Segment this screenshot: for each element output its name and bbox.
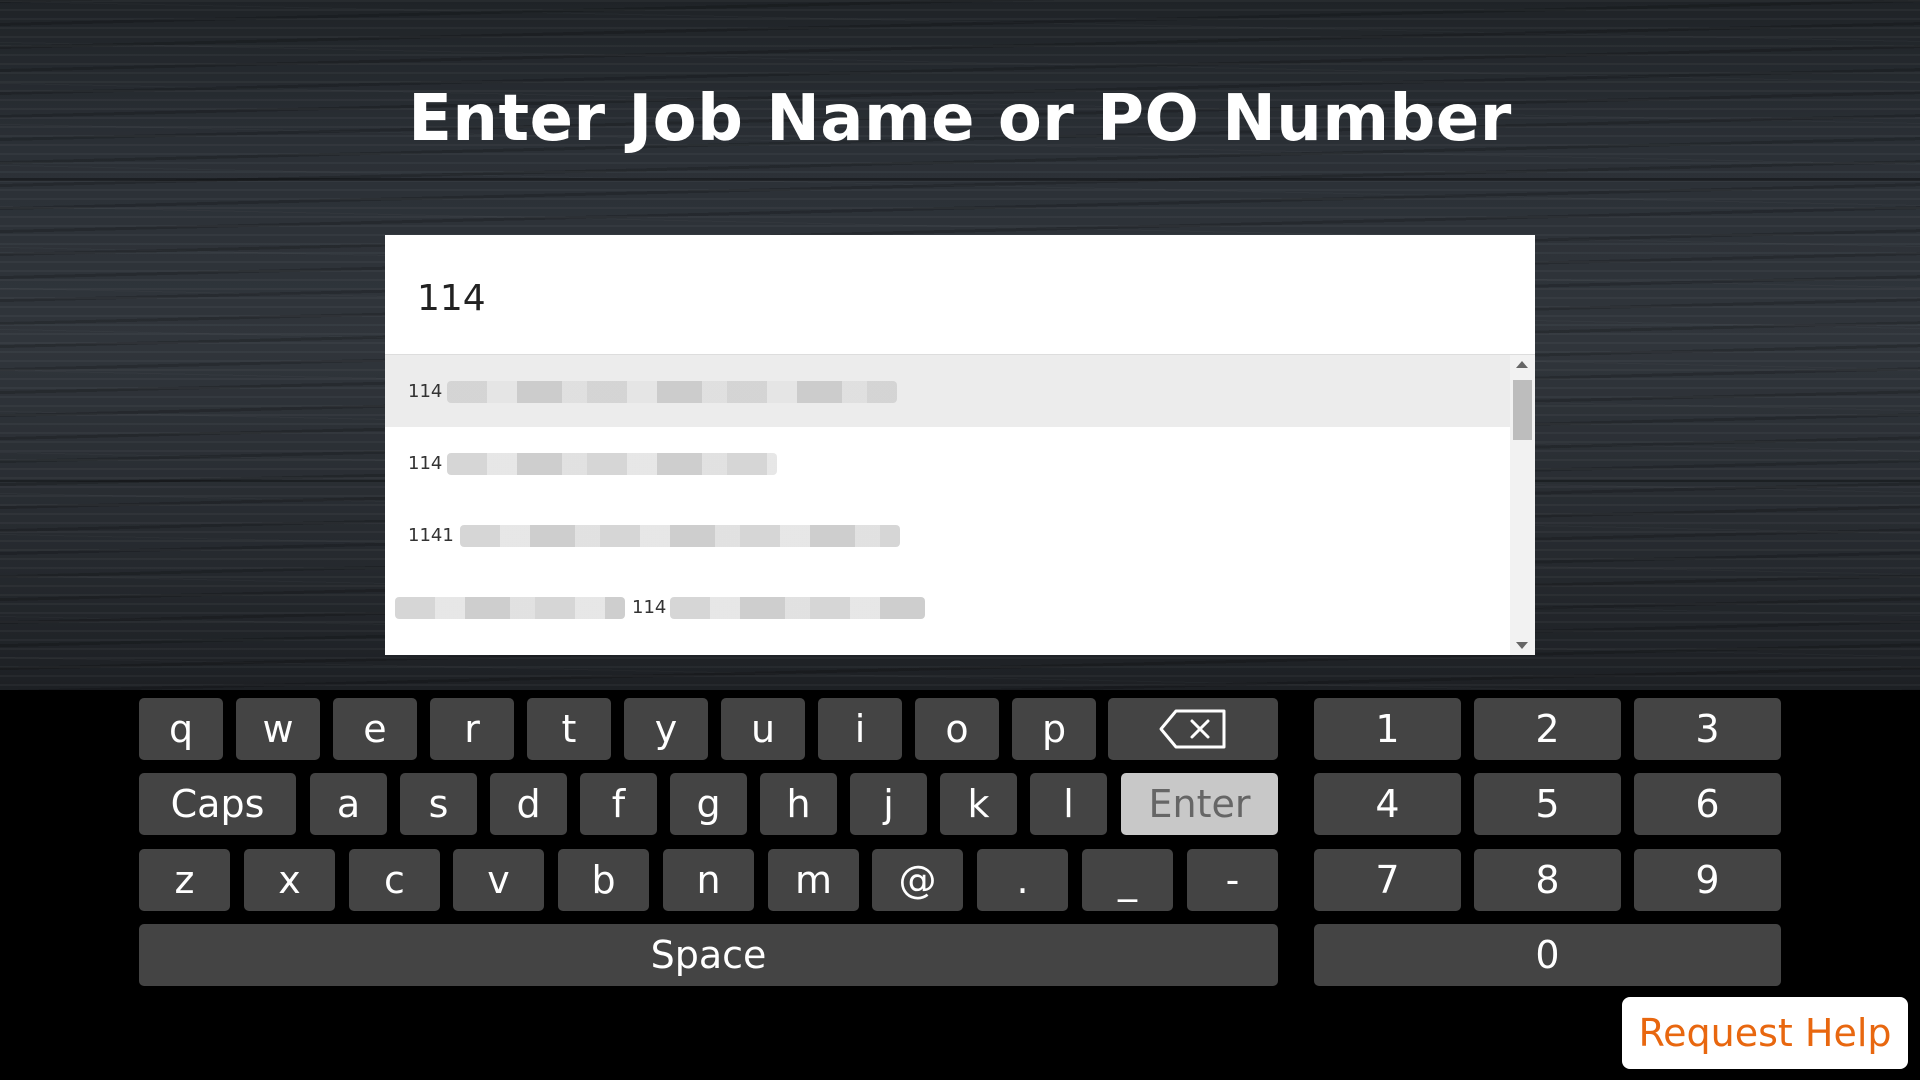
result-item-text: 1141 xyxy=(408,525,454,546)
result-item[interactable]: 114 xyxy=(385,571,1510,643)
key-n[interactable]: n xyxy=(663,849,754,911)
key-4[interactable]: 4 xyxy=(1314,773,1461,835)
key-l[interactable]: l xyxy=(1030,773,1107,835)
key-a[interactable]: a xyxy=(310,773,387,835)
redacted-text xyxy=(395,597,625,619)
key-b[interactable]: b xyxy=(558,849,649,911)
key-h[interactable]: h xyxy=(760,773,837,835)
key-period[interactable]: . xyxy=(977,849,1068,911)
plank-seam xyxy=(0,178,1920,181)
redacted-text xyxy=(460,525,900,547)
key-o[interactable]: o xyxy=(915,698,999,760)
redacted-text xyxy=(447,381,897,403)
key-v[interactable]: v xyxy=(453,849,544,911)
result-item[interactable]: 114 xyxy=(385,355,1510,427)
scroll-up-arrow-icon[interactable] xyxy=(1516,361,1528,368)
scroll-down-arrow-icon[interactable] xyxy=(1516,642,1528,649)
key-s[interactable]: s xyxy=(400,773,477,835)
key-x[interactable]: x xyxy=(244,849,335,911)
key-at[interactable]: @ xyxy=(872,849,963,911)
key-p[interactable]: p xyxy=(1012,698,1096,760)
results-scrollbar[interactable] xyxy=(1510,355,1535,655)
key-9[interactable]: 9 xyxy=(1634,849,1781,911)
result-item-text: 114 xyxy=(408,381,443,402)
result-item[interactable]: 1141 xyxy=(385,499,1510,571)
key-j[interactable]: j xyxy=(850,773,927,835)
key-w[interactable]: w xyxy=(236,698,320,760)
key-g[interactable]: g xyxy=(670,773,747,835)
result-item-text: 114 xyxy=(408,453,443,474)
key-1[interactable]: 1 xyxy=(1314,698,1461,760)
backspace-key[interactable] xyxy=(1108,698,1278,760)
key-3[interactable]: 3 xyxy=(1634,698,1781,760)
key-5[interactable]: 5 xyxy=(1474,773,1621,835)
key-e[interactable]: e xyxy=(333,698,417,760)
key-7[interactable]: 7 xyxy=(1314,849,1461,911)
key-0[interactable]: 0 xyxy=(1314,924,1781,986)
key-c[interactable]: c xyxy=(349,849,440,911)
key-t[interactable]: t xyxy=(527,698,611,760)
page-title: Enter Job Name or PO Number xyxy=(408,82,1512,156)
search-box[interactable] xyxy=(385,235,1535,355)
key-u[interactable]: u xyxy=(721,698,805,760)
result-item-text: 114 xyxy=(632,597,667,618)
request-help-button[interactable]: Request Help xyxy=(1622,997,1908,1069)
key-q[interactable]: q xyxy=(139,698,223,760)
key-i[interactable]: i xyxy=(818,698,902,760)
key-y[interactable]: y xyxy=(624,698,708,760)
result-item[interactable]: 114 xyxy=(385,427,1510,499)
key-d[interactable]: d xyxy=(490,773,567,835)
redacted-text xyxy=(670,597,925,619)
redacted-text xyxy=(447,453,777,475)
caps-key[interactable]: Caps xyxy=(139,773,296,835)
key-f[interactable]: f xyxy=(580,773,657,835)
backspace-icon xyxy=(1159,709,1226,749)
key-k[interactable]: k xyxy=(940,773,1017,835)
search-input[interactable] xyxy=(417,275,1497,321)
space-key[interactable]: Space xyxy=(139,924,1278,986)
key-r[interactable]: r xyxy=(430,698,514,760)
key-6[interactable]: 6 xyxy=(1634,773,1781,835)
key-z[interactable]: z xyxy=(139,849,230,911)
scroll-thumb[interactable] xyxy=(1513,380,1532,440)
key-2[interactable]: 2 xyxy=(1474,698,1621,760)
enter-key[interactable]: Enter xyxy=(1121,773,1278,835)
autocomplete-results[interactable]: 114 114 1141 114 xyxy=(385,355,1535,655)
key-underscore[interactable]: _ xyxy=(1082,849,1173,911)
key-hyphen[interactable]: - xyxy=(1187,849,1278,911)
key-m[interactable]: m xyxy=(768,849,859,911)
key-8[interactable]: 8 xyxy=(1474,849,1621,911)
